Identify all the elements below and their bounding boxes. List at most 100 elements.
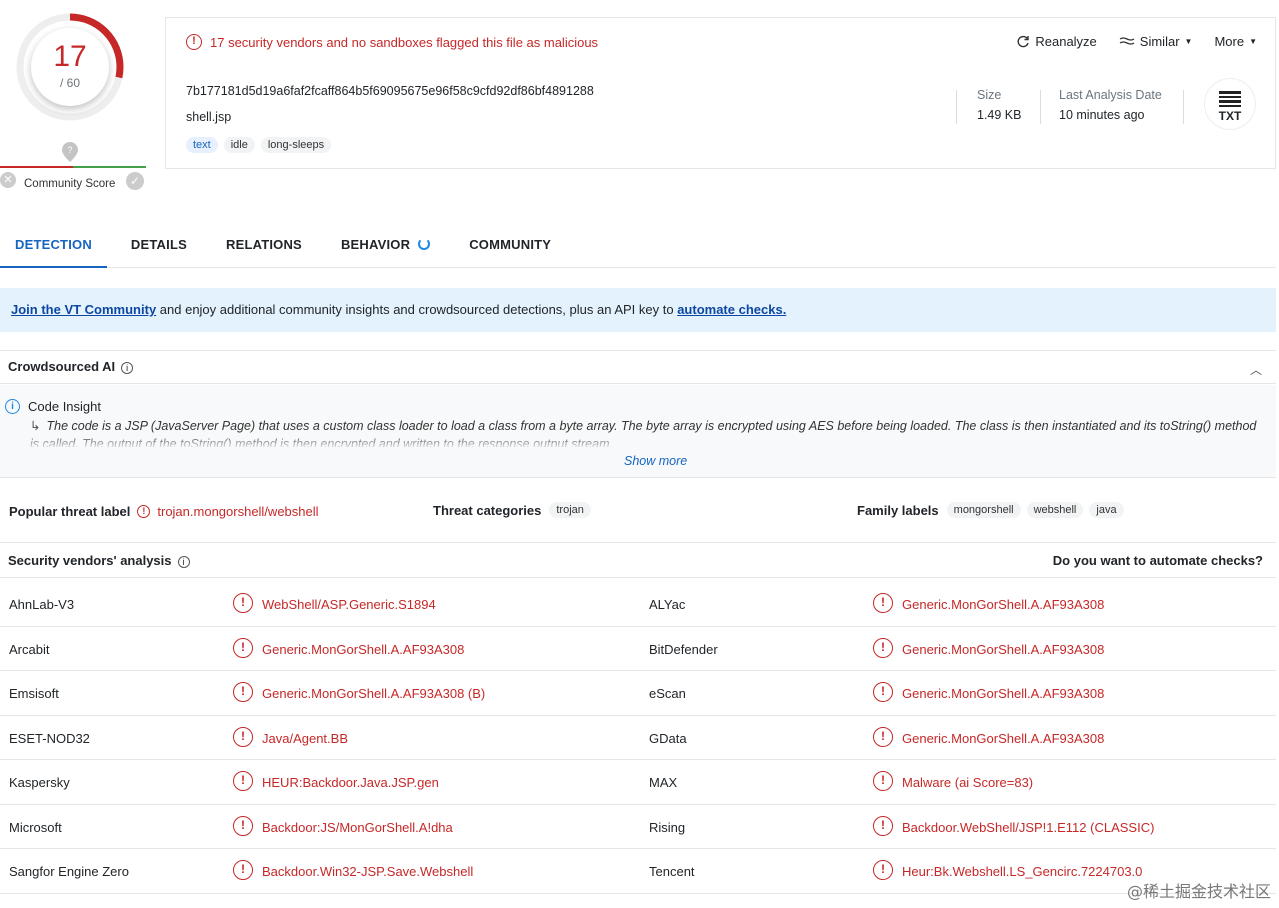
community-upvote-icon[interactable]: ✓ bbox=[126, 172, 144, 190]
info-icon[interactable]: i bbox=[177, 556, 190, 568]
more-dropdown[interactable]: More ▼ bbox=[1214, 34, 1257, 49]
alert-icon: ! bbox=[233, 860, 253, 880]
automate-checks-link[interactable]: Do you want to automate checks? bbox=[1053, 553, 1263, 568]
popular-label-value[interactable]: trojan.mongorshell/webshell bbox=[157, 504, 318, 519]
divider bbox=[1183, 90, 1184, 124]
alert-icon: ! bbox=[137, 505, 151, 518]
date-label: Last Analysis Date bbox=[1059, 88, 1162, 102]
family-chip[interactable]: webshell bbox=[1026, 502, 1084, 518]
chevron-down-icon: ▼ bbox=[1249, 37, 1257, 46]
family-labels: Family labels mongorshell webshell java bbox=[857, 502, 1124, 518]
vendors-analysis-header: Security vendors' analysis i Do you want … bbox=[0, 542, 1276, 578]
file-tags: text idle long-sleeps bbox=[186, 137, 332, 153]
vendor-name: Tencent bbox=[649, 864, 695, 879]
score-gauge: 17 / 60 bbox=[15, 12, 125, 122]
vendor-name: AhnLab-V3 bbox=[9, 597, 75, 612]
reply-arrow-icon: ↳ bbox=[30, 419, 41, 433]
svg-text:?: ? bbox=[67, 145, 72, 155]
code-insight-title: Code Insight bbox=[28, 399, 101, 414]
vendor-name: BitDefender bbox=[649, 641, 718, 657]
size-value: 1.49 KB bbox=[977, 108, 1022, 122]
vendor-name: Kaspersky bbox=[9, 775, 70, 790]
vendor-name: ALYac bbox=[649, 597, 686, 612]
tab-detection[interactable]: DETECTION bbox=[0, 228, 107, 268]
info-icon[interactable]: i bbox=[121, 362, 134, 374]
alert-icon: ! bbox=[233, 637, 253, 658]
categories-title: Threat categories bbox=[433, 502, 542, 518]
table-row: AhnLab-V3! WebShell/ASP.Generic.S1894 ALYa… bbox=[0, 582, 1276, 627]
alert-icon: ! bbox=[873, 726, 893, 747]
last-analysis-date: Last Analysis Date 10 minutes ago bbox=[1059, 88, 1162, 122]
family-chip[interactable]: java bbox=[1089, 502, 1124, 518]
date-value: 10 minutes ago bbox=[1059, 108, 1145, 122]
popular-label-title: Popular threat label bbox=[9, 504, 131, 519]
table-row: Microsoft! Backdoor:JS/MonGorShell.A!dha R… bbox=[0, 805, 1276, 849]
file-type-badge: TXT bbox=[1204, 78, 1256, 130]
malicious-alert: ! 17 security vendors and no sandboxes f… bbox=[186, 34, 598, 50]
file-tag[interactable]: text bbox=[186, 137, 218, 153]
vendor-name: Microsoft bbox=[9, 819, 62, 835]
tab-relations[interactable]: RELATIONS bbox=[211, 228, 317, 268]
chevron-up-icon[interactable]: ︿ bbox=[1250, 361, 1262, 378]
category-chip[interactable]: trojan bbox=[549, 502, 591, 518]
detection-result: Backdoor.Win32-JSP.Save.Webshell bbox=[262, 864, 474, 879]
show-more-link[interactable]: Show more bbox=[624, 454, 687, 468]
file-tag[interactable]: long-sleeps bbox=[260, 137, 332, 153]
community-downvote-icon[interactable]: ✕ bbox=[0, 172, 16, 188]
info-icon: i bbox=[5, 399, 20, 414]
detection-result: Generic.MonGorShell.A.AF93A308 bbox=[902, 641, 1105, 657]
detection-result: Generic.MonGorShell.A.AF93A308 bbox=[902, 597, 1105, 612]
alert-icon: ! bbox=[873, 682, 893, 702]
text-fade bbox=[0, 433, 1276, 449]
tab-label: BEHAVIOR bbox=[340, 237, 411, 252]
crowdsourced-ai-header[interactable]: Crowdsourced AI i ︿ bbox=[0, 350, 1276, 384]
tab-label: COMMUNITY bbox=[469, 237, 552, 252]
detection-result: Generic.MonGorShell.A.AF93A308 bbox=[902, 686, 1105, 701]
join-community-link[interactable]: Join the VT Community bbox=[11, 302, 156, 317]
vendor-name: GData bbox=[649, 730, 687, 746]
alert-icon: ! bbox=[233, 726, 253, 747]
similar-dropdown[interactable]: Similar ▼ bbox=[1119, 34, 1192, 49]
tab-details[interactable]: DETAILS bbox=[116, 228, 202, 268]
family-chip[interactable]: mongorshell bbox=[946, 502, 1021, 518]
community-score-label: Community Score bbox=[24, 178, 116, 190]
alert-icon: ! bbox=[186, 34, 202, 50]
detection-result: Generic.MonGorShell.A.AF93A308 (B) bbox=[262, 686, 486, 701]
automate-checks-link[interactable]: automate checks. bbox=[677, 302, 786, 317]
file-name: shell.jsp bbox=[186, 110, 232, 124]
detection-result: Java/Agent.BB bbox=[262, 730, 348, 746]
file-size: Size 1.49 KB bbox=[977, 88, 1021, 122]
alert-icon: ! bbox=[233, 593, 253, 613]
detection-result: HEUR:Backdoor.Java.JSP.gen bbox=[262, 775, 439, 790]
threat-labels-row: Popular threat label ! trojan.mongorshel… bbox=[0, 496, 1276, 526]
size-label: Size bbox=[977, 88, 1002, 102]
similar-label: Similar bbox=[1139, 34, 1180, 49]
tab-community[interactable]: COMMUNITY bbox=[454, 228, 566, 268]
threat-categories: Threat categories trojan bbox=[433, 502, 591, 518]
similar-icon bbox=[1119, 36, 1135, 45]
community-pin-icon: ? bbox=[62, 142, 78, 162]
table-row: Arcabit! Generic.MonGorShell.A.AF93A308 Bi… bbox=[0, 627, 1276, 671]
tab-behavior[interactable]: BEHAVIOR bbox=[326, 228, 445, 268]
card-actions: Reanalyze Similar ▼ More ▼ bbox=[1016, 34, 1257, 49]
alert-icon: ! bbox=[873, 860, 893, 880]
divider bbox=[1040, 90, 1041, 124]
file-tag[interactable]: idle bbox=[223, 137, 255, 153]
reanalyze-button[interactable]: Reanalyze bbox=[1016, 34, 1097, 49]
detection-result: Generic.MonGorShell.A.AF93A308 bbox=[262, 641, 465, 657]
vendor-name: Arcabit bbox=[9, 641, 50, 657]
vendor-name: eScan bbox=[649, 686, 686, 701]
detection-count: 17 bbox=[53, 40, 87, 73]
file-type-label: TXT bbox=[1218, 109, 1242, 123]
section-title: Crowdsourced AI bbox=[8, 359, 116, 374]
detection-score-widget: 17 / 60 ? ✕ Community Score ✓ bbox=[0, 0, 150, 200]
detection-result: Backdoor.WebShell/JSP!1.E112 (CLASSIC) bbox=[902, 819, 1155, 835]
community-banner: Join the VT Community and enjoy addition… bbox=[0, 288, 1276, 332]
loading-spinner-icon bbox=[418, 238, 431, 250]
more-label: More bbox=[1214, 34, 1245, 49]
table-row: Kaspersky! HEUR:Backdoor.Java.JSP.gen MAX!… bbox=[0, 760, 1276, 805]
family-title: Family labels bbox=[857, 502, 939, 518]
vendor-name: MAX bbox=[649, 775, 678, 790]
table-row: Sangfor Engine Zero! Backdoor.Win32-JSP.S… bbox=[0, 849, 1276, 894]
file-hash[interactable]: 7b177181d5d19a6faf2fcaff864b5f69095675e9… bbox=[186, 84, 594, 98]
